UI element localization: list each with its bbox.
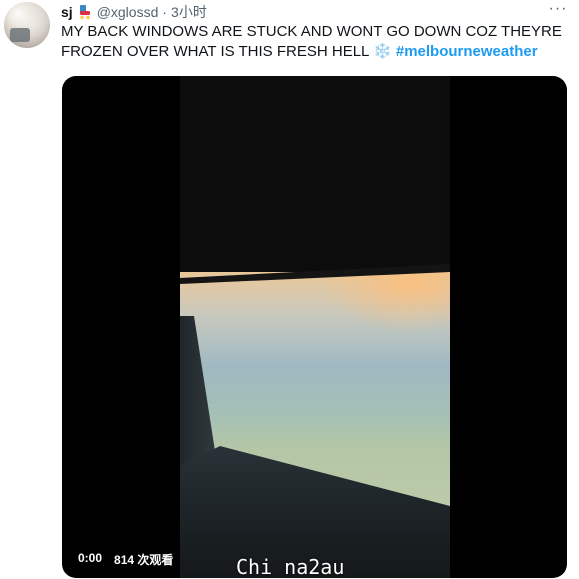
author-handle[interactable]: @xglossd [97,4,159,20]
car-interior-dark [180,76,450,286]
avatar-mask [10,28,30,42]
tweet-text: MY BACK WINDOWS ARE STUCK AND WONT GO DO… [61,22,571,62]
avatar[interactable] [4,2,50,48]
video-player[interactable]: 0:00 814 次观看 [62,76,567,578]
roller-skate-icon [77,4,93,20]
snowflake-icon: ❄️ [373,43,392,60]
hashtag-link[interactable]: #melbourneweather [396,43,538,60]
tweet[interactable]: sj @xglossd · 3小时 ··· MY BACK WINDOWS AR… [0,0,579,579]
tweet-header: sj @xglossd · 3小时 [61,3,207,21]
video-time: 0:00 [78,551,103,565]
author-name[interactable]: sj [61,4,73,20]
more-options-icon[interactable]: ··· [548,1,568,18]
separator-dot: · [162,4,168,20]
window-glow [320,272,450,332]
video-frame[interactable] [180,76,450,578]
watermark-text: Chi na2au [236,555,345,579]
video-controls: 0:00 814 次观看 [78,551,173,568]
video-views: 814 次观看 [114,553,174,567]
tweet-time[interactable]: 3小时 [171,2,207,22]
